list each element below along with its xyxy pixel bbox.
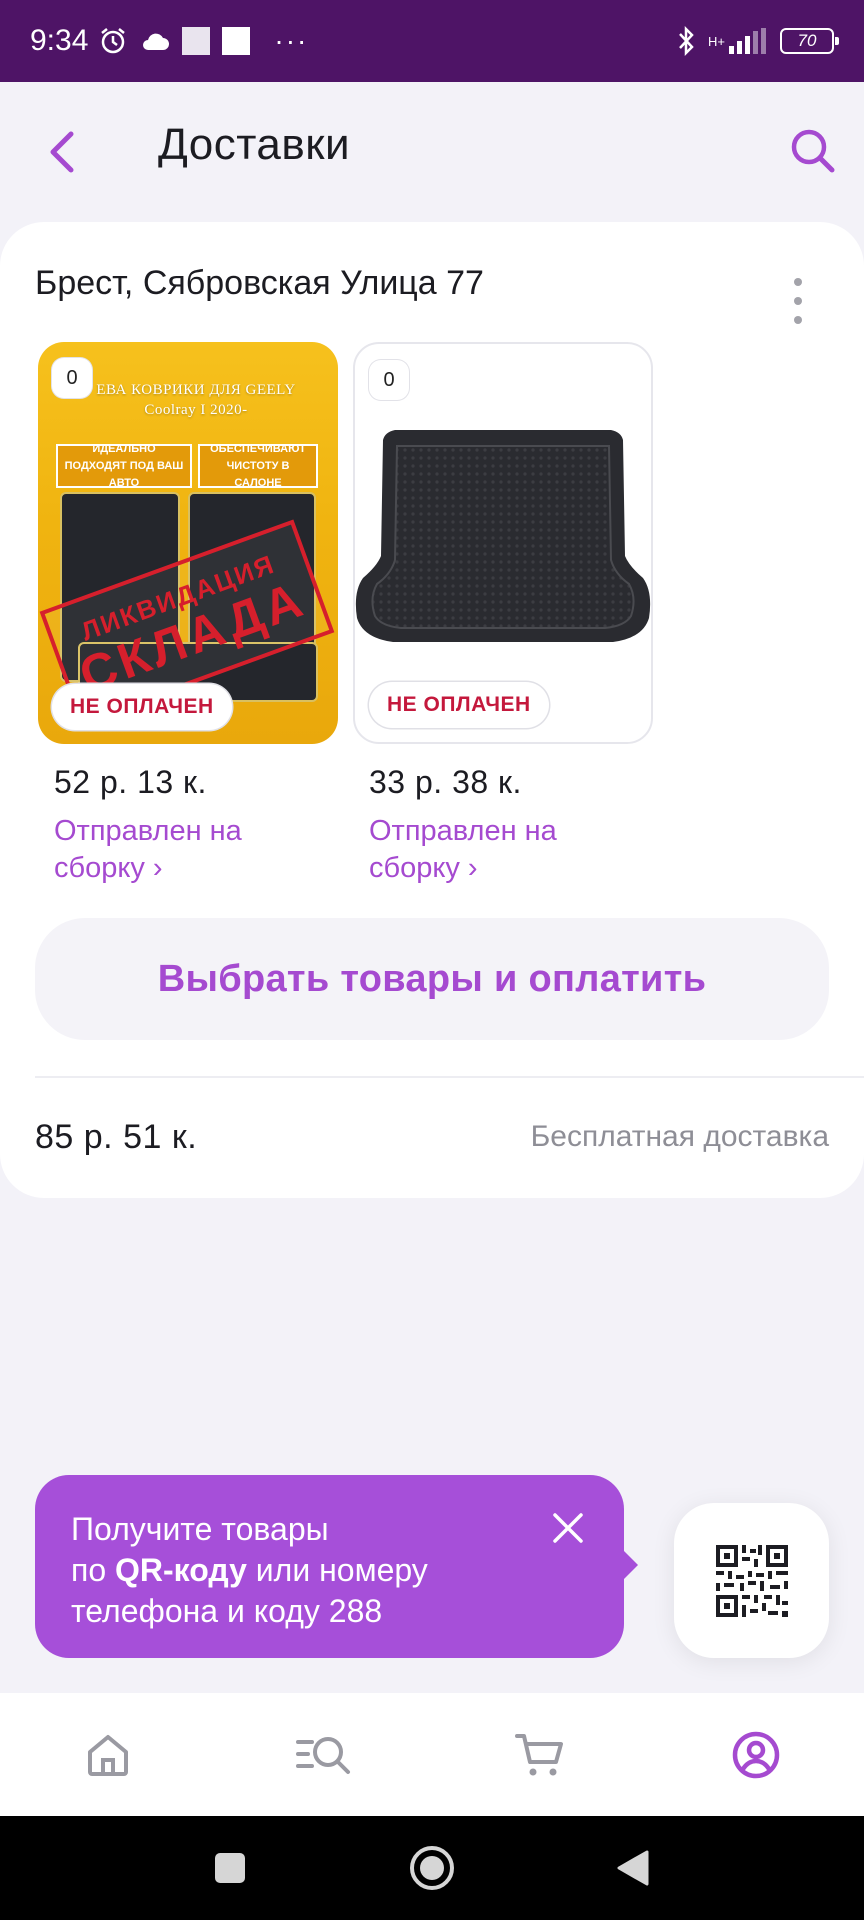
back-button[interactable]	[40, 122, 84, 182]
nav-cart[interactable]	[432, 1693, 648, 1816]
order-status-link[interactable]: Отправлен на сборку ›	[54, 813, 324, 887]
delivery-total: 85 р. 51 к.	[35, 1118, 198, 1156]
notification-icon	[182, 27, 211, 55]
delivery-card: Брест, Сябровская Улица 77 ЕВА КОВРИКИ Д…	[0, 222, 864, 1198]
product-card[interactable]: 0 НЕ ОПЛАЧЕН 33 р. 38 к. Отправлен на сб…	[353, 342, 653, 887]
chevron-left-icon	[50, 131, 74, 173]
search-button[interactable]	[784, 120, 840, 180]
bottom-navigation	[0, 1693, 864, 1816]
nav-catalog[interactable]	[216, 1693, 432, 1816]
system-navigation-bar	[0, 1816, 864, 1920]
app-header: Доставки	[0, 82, 864, 222]
order-status-link[interactable]: Отправлен на сборку ›	[369, 813, 639, 887]
home-system-button[interactable]	[402, 1838, 462, 1898]
notification-icon	[222, 27, 251, 55]
product-image-tag: ОБЕСПЕЧИВАЮТ ЧИСТОТУ В САЛОНЕ	[198, 443, 318, 489]
triangle-back-icon	[617, 1850, 649, 1886]
product-image[interactable]: 0 НЕ ОПЛАЧЕН	[353, 342, 653, 744]
qr-tooltip: Получите товары по QR-коду или номеру те…	[35, 1475, 638, 1658]
product-image[interactable]: ЕВА КОВРИКИ ДЛЯ GEELY Coolray I 2020- ИД…	[38, 342, 338, 744]
qr-code-button[interactable]	[674, 1503, 829, 1658]
square-icon	[215, 1853, 245, 1883]
status-time: 9:34	[30, 24, 89, 57]
alarm-icon	[98, 26, 128, 56]
page-title: Доставки	[158, 120, 351, 169]
product-card[interactable]: ЕВА КОВРИКИ ДЛЯ GEELY Coolray I 2020- ИД…	[38, 342, 338, 887]
close-icon	[553, 1513, 583, 1543]
search-icon	[791, 129, 835, 173]
product-price: 52 р. 13 к.	[54, 764, 207, 800]
profile-icon	[732, 1731, 780, 1778]
circle-icon	[410, 1846, 454, 1890]
delivery-address: Брест, Сябровская Улица 77	[35, 264, 484, 302]
nav-profile[interactable]	[648, 1693, 864, 1816]
home-icon	[88, 1734, 128, 1776]
cloud-icon	[140, 30, 170, 52]
payment-status-badge: НЕ ОПЛАЧЕН	[52, 684, 232, 730]
quantity-badge: 0	[369, 360, 409, 400]
select-and-pay-button[interactable]: Выбрать товары и оплатить	[35, 918, 829, 1040]
bluetooth-icon	[676, 26, 696, 56]
back-system-button[interactable]	[603, 1838, 663, 1898]
nav-home[interactable]	[0, 1693, 216, 1816]
more-notifications-icon: ···	[274, 25, 309, 56]
catalog-search-icon	[296, 1736, 350, 1774]
payment-status-badge: НЕ ОПЛАЧЕН	[369, 682, 549, 728]
product-price: 33 р. 38 к.	[369, 764, 522, 800]
signal-icon	[729, 28, 766, 54]
battery-icon: 70	[780, 28, 839, 54]
qr-tooltip-text: Получите товары по QR-коду или номеру те…	[71, 1511, 428, 1629]
product-image-title: ЕВА КОВРИКИ ДЛЯ GEELY Coolray I 2020-	[96, 382, 296, 418]
more-options-button[interactable]	[786, 278, 810, 324]
divider	[35, 1076, 864, 1078]
status-bar: 9:34 ··· H+ 70	[0, 0, 864, 82]
cart-icon	[515, 1733, 563, 1775]
network-type: H+	[708, 33, 725, 49]
recent-apps-button[interactable]	[200, 1838, 260, 1898]
close-tooltip-button[interactable]	[543, 1503, 593, 1553]
quantity-badge: 0	[52, 358, 92, 398]
delivery-type: Бесплатная доставка	[530, 1120, 829, 1153]
qr-code-icon	[715, 1544, 788, 1617]
product-image-tag: ИДЕАЛЬНО ПОДХОДЯТ ПОД ВАШ АВТО	[56, 443, 192, 489]
